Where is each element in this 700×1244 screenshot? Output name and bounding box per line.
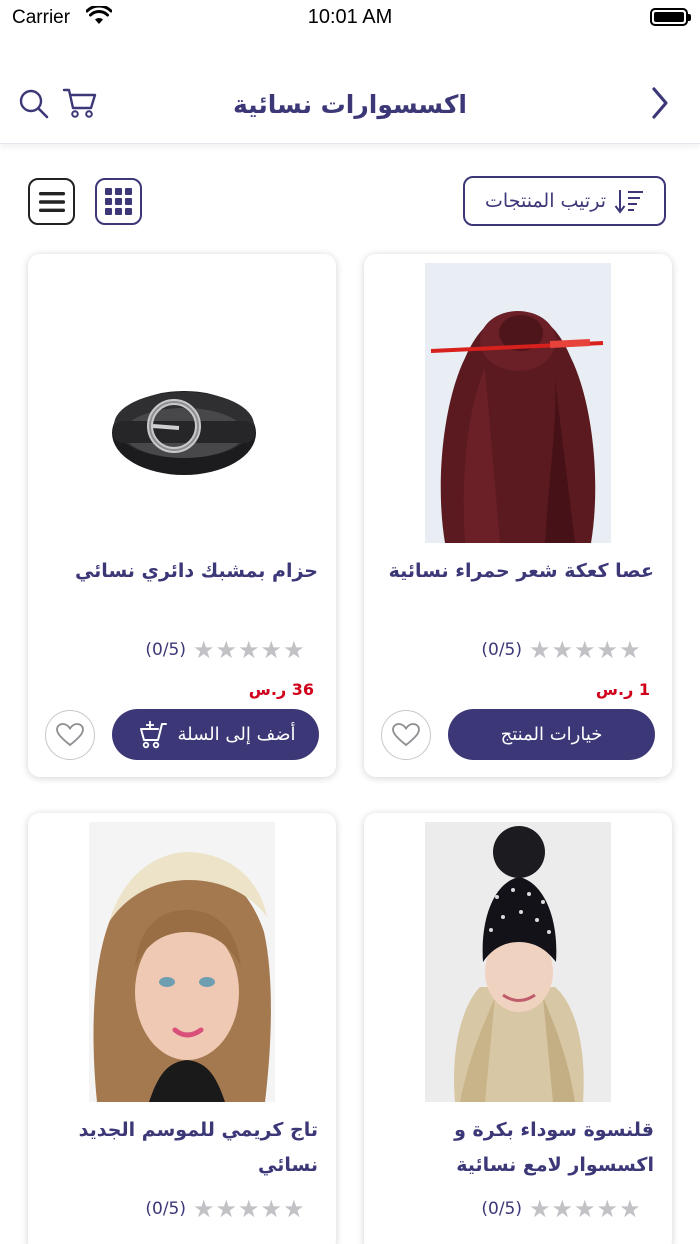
- product-card[interactable]: قلنسوة سوداء بكرة و اكسسوار لامع نسائية …: [364, 813, 672, 1244]
- star-icon: ★: [596, 1195, 619, 1223]
- product-options-button[interactable]: خيارات المنتج: [448, 709, 655, 760]
- star-icon: ★: [574, 1195, 596, 1223]
- star-rating: ★ ★ ★ ★ ★: [529, 637, 641, 663]
- add-to-cart-icon: [139, 720, 167, 748]
- rating: ★ ★ ★ ★ ★ (0/5): [28, 1196, 336, 1224]
- star-icon: ★: [238, 1195, 260, 1223]
- nav-bar: اكسسوارات نسائية: [0, 62, 700, 144]
- star-icon: ★: [574, 636, 596, 664]
- product-image[interactable]: [89, 822, 275, 1102]
- sort-products-button[interactable]: ترتيب المنتجات: [463, 176, 666, 226]
- product-name[interactable]: عصا كعكة شعر حمراء نسائية: [378, 554, 658, 589]
- star-icon: ★: [260, 1195, 283, 1223]
- star-icon: ★: [238, 636, 260, 664]
- list-icon: [38, 191, 65, 212]
- rating-value: (0/5): [145, 1199, 186, 1219]
- star-icon: ★: [283, 636, 305, 664]
- product-card[interactable]: عصا كعكة شعر حمراء نسائية ★ ★ ★ ★ ★ (0/5) 1 …: [364, 254, 672, 777]
- product-price: 1 ر.س: [595, 680, 650, 699]
- star-icon: ★: [283, 1195, 305, 1223]
- star-icon: ★: [551, 1195, 574, 1223]
- product-card[interactable]: حزام بمشبك دائري نسائي ★ ★ ★ ★ ★ (0/5) 36 ر.…: [28, 254, 336, 777]
- rating-value: (0/5): [481, 1199, 522, 1219]
- favorite-button[interactable]: [381, 710, 431, 760]
- page-title: اكسسوارات نسائية: [233, 90, 467, 119]
- rating-value: (0/5): [481, 640, 522, 660]
- star-icon: ★: [215, 1195, 238, 1223]
- grid-view-button[interactable]: [95, 178, 142, 225]
- status-bar: Carrier 10:01 AM: [0, 0, 700, 36]
- chevron-right-icon[interactable]: [650, 86, 670, 120]
- product-name[interactable]: تاج كريمي للموسم الجديد نسائي: [42, 1113, 322, 1183]
- list-view-button[interactable]: [28, 178, 75, 225]
- star-icon: ★: [193, 1195, 215, 1223]
- add-to-cart-button[interactable]: أضف إلى السلة: [112, 709, 319, 760]
- star-icon: ★: [529, 636, 551, 664]
- star-icon: ★: [619, 1195, 641, 1223]
- star-rating: ★ ★ ★ ★ ★: [529, 1196, 641, 1222]
- star-icon: ★: [215, 636, 238, 664]
- grid-icon: [105, 188, 132, 215]
- rating: ★ ★ ★ ★ ★ (0/5): [364, 1196, 672, 1224]
- product-card[interactable]: تاج كريمي للموسم الجديد نسائي ★ ★ ★ ★ ★ (0/5…: [28, 813, 336, 1244]
- star-icon: ★: [193, 636, 215, 664]
- product-price: 36 ر.س: [248, 680, 314, 699]
- star-rating: ★ ★ ★ ★ ★: [193, 1196, 305, 1222]
- star-rating: ★ ★ ★ ★ ★: [193, 637, 305, 663]
- product-image[interactable]: [89, 263, 275, 543]
- product-name[interactable]: حزام بمشبك دائري نسائي: [42, 554, 322, 589]
- star-icon: ★: [529, 1195, 551, 1223]
- clock: 10:01 AM: [307, 6, 393, 28]
- rating: ★ ★ ★ ★ ★ (0/5): [28, 637, 336, 665]
- rating-value: (0/5): [145, 640, 186, 660]
- button-label: أضف إلى السلة: [177, 724, 296, 745]
- rating: ★ ★ ★ ★ ★ (0/5): [364, 637, 672, 665]
- product-image[interactable]: [425, 822, 611, 1102]
- button-label: خيارات المنتج: [500, 724, 603, 745]
- star-icon: ★: [619, 636, 641, 664]
- battery-icon: [650, 8, 691, 26]
- star-icon: ★: [596, 636, 619, 664]
- sort-label: ترتيب المنتجات: [485, 190, 606, 212]
- star-icon: ★: [260, 636, 283, 664]
- product-image[interactable]: [425, 263, 611, 543]
- sort-icon: [614, 190, 643, 214]
- star-icon: ★: [551, 636, 574, 664]
- product-name[interactable]: قلنسوة سوداء بكرة و اكسسوار لامع نسائية: [378, 1113, 658, 1183]
- heart-icon: [392, 723, 420, 747]
- favorite-button[interactable]: [45, 710, 95, 760]
- heart-icon: [56, 723, 84, 747]
